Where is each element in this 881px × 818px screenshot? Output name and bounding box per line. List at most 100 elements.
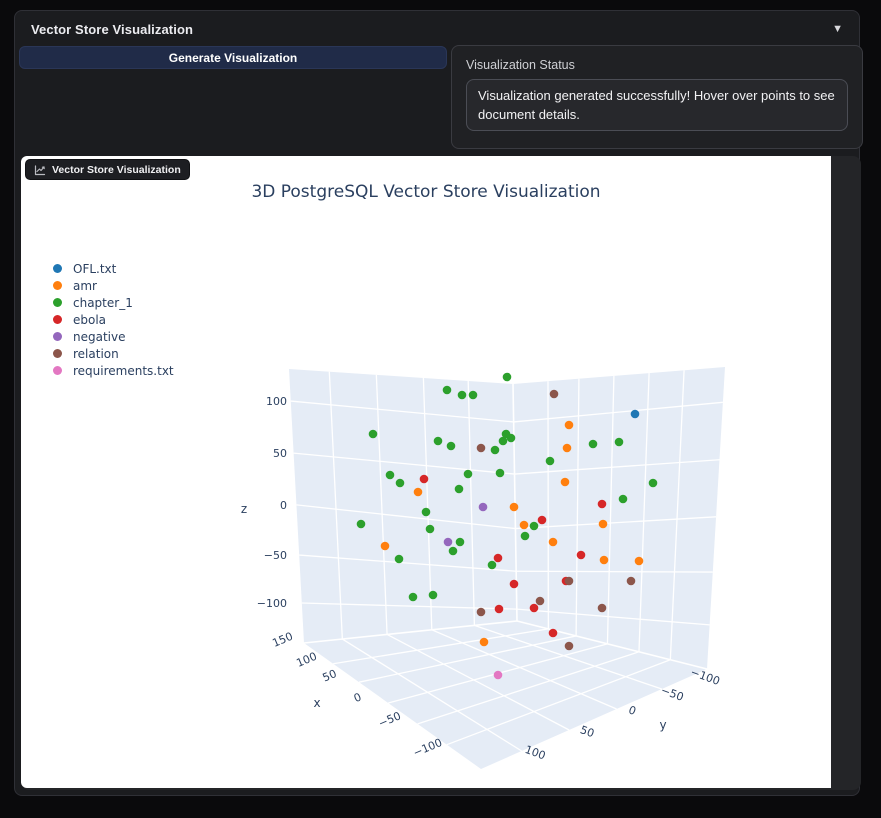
z-axis-tick: 0 [280, 499, 287, 512]
scatter-point-amr[interactable] [560, 477, 570, 487]
scatter-point-chapter_1[interactable] [520, 531, 530, 541]
scatter-point-chapter_1[interactable] [395, 478, 405, 488]
scatter-point-amr[interactable] [413, 487, 423, 497]
scatter-point-ebola[interactable] [548, 628, 558, 638]
scatter-point-chapter_1[interactable] [356, 519, 366, 529]
scatter-point-relation[interactable] [564, 641, 574, 651]
legend-label: requirements.txt [73, 363, 174, 378]
scatter-point-chapter_1[interactable] [468, 390, 478, 400]
legend-item-relation[interactable]: relation [53, 345, 174, 362]
legend-item-negative[interactable]: negative [53, 328, 174, 345]
legend-dot [53, 264, 62, 273]
scatter-point-amr[interactable] [598, 519, 608, 529]
legend-item-amr[interactable]: amr [53, 277, 174, 294]
z-axis-tick: 50 [273, 447, 287, 460]
scatter-point-chapter_1[interactable] [454, 484, 464, 494]
status-textbox[interactable]: Visualization generated successfully! Ho… [466, 79, 848, 131]
scatter-point-chapter_1[interactable] [368, 429, 378, 439]
scatter-point-chapter_1[interactable] [545, 456, 555, 466]
accordion-title: Vector Store Visualization [31, 21, 194, 37]
scatter-point-negative[interactable] [443, 537, 453, 547]
scatter-point-amr[interactable] [634, 556, 644, 566]
scatter-point-amr[interactable] [562, 443, 572, 453]
scatter-point-chapter_1[interactable] [446, 441, 456, 451]
scatter-point-ebola[interactable] [419, 474, 429, 484]
scatter-point-amr[interactable] [564, 420, 574, 430]
y-axis-tick: 0 [627, 703, 638, 718]
scatter-point-requirements.txt[interactable] [493, 670, 503, 680]
accordion-caret-icon[interactable]: ▼ [832, 23, 843, 35]
legend-item-OFL.txt[interactable]: OFL.txt [53, 260, 174, 277]
scatter-point-chapter_1[interactable] [394, 554, 404, 564]
legend-dot [53, 332, 62, 341]
scatter-point-ebola[interactable] [537, 515, 547, 525]
legend-item-requirements.txt[interactable]: requirements.txt [53, 362, 174, 379]
scatter-point-ebola[interactable] [576, 550, 586, 560]
plot-panel: 150 100 50 0 −50 −100 −100 −50 0 50 100 100 50 0 −50 −1… [21, 156, 861, 790]
scatter-point-chapter_1[interactable] [428, 590, 438, 600]
scatter-point-chapter_1[interactable] [498, 436, 508, 446]
scatter-point-chapter_1[interactable] [588, 439, 598, 449]
scatter-point-chapter_1[interactable] [425, 524, 435, 534]
scatter-point-chapter_1[interactable] [618, 494, 628, 504]
scatter-point-ebola[interactable] [509, 579, 519, 589]
scatter-point-chapter_1[interactable] [442, 385, 452, 395]
scatter-point-chapter_1[interactable] [433, 436, 443, 446]
scatter-point-relation[interactable] [476, 607, 486, 617]
x-axis-tick: 0 [352, 690, 364, 705]
scatter-point-chapter_1[interactable] [614, 437, 624, 447]
scatter-point-chapter_1[interactable] [448, 546, 458, 556]
scatter-point-chapter_1[interactable] [506, 433, 516, 443]
status-label: Visualization Status [466, 58, 575, 72]
scatter-point-relation[interactable] [626, 576, 636, 586]
scatter-point-ebola[interactable] [529, 603, 539, 613]
scatter-point-chapter_1[interactable] [463, 469, 473, 479]
gridline [516, 570, 713, 573]
scatter-point-chapter_1[interactable] [421, 507, 431, 517]
line-chart-icon [34, 164, 46, 176]
x-axis-label: x [313, 696, 320, 710]
scatter-point-chapter_1[interactable] [490, 445, 500, 455]
scatter-point-amr[interactable] [548, 537, 558, 547]
scatter-point-chapter_1[interactable] [648, 478, 658, 488]
legend-item-chapter_1[interactable]: chapter_1 [53, 294, 174, 311]
scatter-point-ebola[interactable] [597, 499, 607, 509]
legend-dot [53, 298, 62, 307]
accordion-header[interactable]: Vector Store Visualization ▼ [15, 11, 859, 47]
scatter-point-amr[interactable] [599, 555, 609, 565]
scatter-point-relation[interactable] [476, 443, 486, 453]
scatter-point-relation[interactable] [535, 596, 545, 606]
legend-dot [53, 349, 62, 358]
scatter-point-chapter_1[interactable] [495, 468, 505, 478]
scatter-point-chapter_1[interactable] [529, 521, 539, 531]
scatter-point-negative[interactable] [478, 502, 488, 512]
plot-tab: Vector Store Visualization [25, 159, 190, 180]
x-axis-tick: 150 [270, 630, 294, 650]
scatter-point-chapter_1[interactable] [385, 470, 395, 480]
z-axis-tick: 100 [266, 395, 287, 408]
legend-label: ebola [73, 312, 107, 327]
scatter-point-relation[interactable] [597, 603, 607, 613]
scatter-point-amr[interactable] [519, 520, 529, 530]
scatter-point-relation[interactable] [549, 389, 559, 399]
scatter-point-chapter_1[interactable] [502, 372, 512, 382]
scatter-point-chapter_1[interactable] [487, 560, 497, 570]
scatter-point-chapter_1[interactable] [457, 390, 467, 400]
scatter-point-ebola[interactable] [494, 604, 504, 614]
scatter-point-relation[interactable] [564, 576, 574, 586]
y-axis-tick: 50 [578, 723, 596, 740]
chart-legend: OFL.txt amr chapter_1 ebola negative relation… [53, 260, 174, 379]
generate-visualization-button[interactable]: Generate Visualization [19, 46, 447, 69]
scatter-point-OFL.txt[interactable] [630, 409, 640, 419]
legend-label: OFL.txt [73, 261, 117, 276]
plot-3d-scene[interactable]: 150100500−50−100−100−50050100100500−50−1… [21, 156, 831, 788]
scatter-point-amr[interactable] [479, 637, 489, 647]
scatter-point-amr[interactable] [509, 502, 519, 512]
scatter-point-ebola[interactable] [493, 553, 503, 563]
scatter-point-amr[interactable] [380, 541, 390, 551]
y-axis-tick: 100 [523, 743, 547, 762]
scatter-point-chapter_1[interactable] [408, 592, 418, 602]
scatter-point-chapter_1[interactable] [455, 537, 465, 547]
legend-dot [53, 281, 62, 290]
legend-item-ebola[interactable]: ebola [53, 311, 174, 328]
